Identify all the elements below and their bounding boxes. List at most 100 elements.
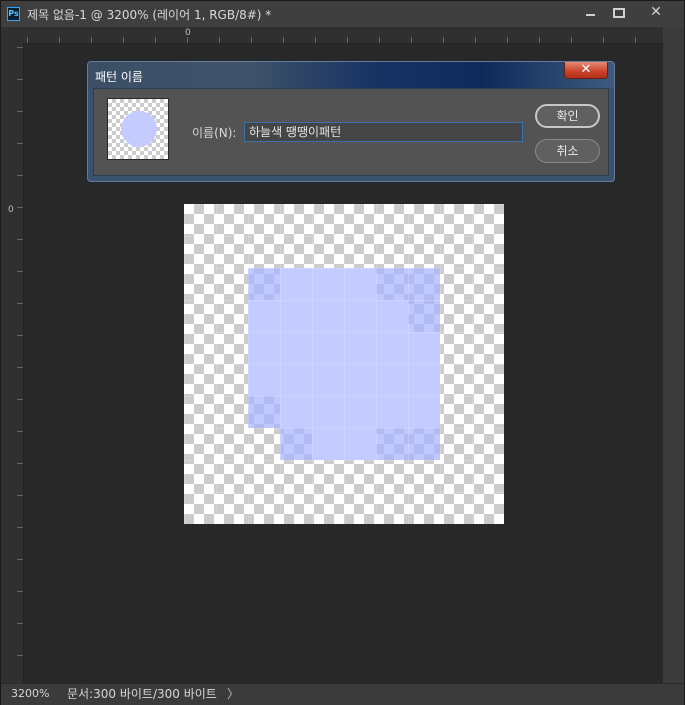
canvas-pixel <box>344 364 376 396</box>
pattern-name-dialog: 패턴 이름 ✕ 이름(N): 하늘색 땡땡이패턴 확인 취소 <box>87 61 615 182</box>
ruler-tick <box>17 143 23 144</box>
dialog-title-bar: 패턴 이름 ✕ <box>88 62 614 88</box>
ruler-tick <box>59 37 60 43</box>
canvas-pixel <box>248 364 280 396</box>
canvas-pixel <box>312 332 344 364</box>
ruler-tick <box>123 37 124 43</box>
ruler-tick <box>17 463 23 464</box>
horizontal-ruler-zero-label: 0 <box>185 28 191 38</box>
canvas-pixel <box>376 300 408 332</box>
canvas-pixel <box>312 300 344 332</box>
canvas-pixel <box>408 428 440 460</box>
ruler-tick <box>17 559 23 560</box>
ruler-tick <box>17 655 23 656</box>
ruler-tick <box>283 37 284 43</box>
ruler-tick <box>17 591 23 592</box>
name-label: 이름(N): <box>192 126 237 140</box>
pattern-preview <box>107 98 169 160</box>
ruler-tick <box>443 37 444 43</box>
ruler-tick <box>507 37 508 43</box>
canvas-pixel <box>280 300 312 332</box>
ruler-tick <box>17 207 23 208</box>
canvas-pixel <box>344 396 376 428</box>
ruler-tick <box>17 367 23 368</box>
photoshop-window: Ps 제목 없음-1 @ 3200% (레이어 1, RGB/8#) * ✕ 0… <box>0 0 685 705</box>
ruler-tick <box>347 37 348 43</box>
ruler-tick <box>17 111 23 112</box>
canvas-pixel <box>376 364 408 396</box>
ruler-tick <box>251 37 252 43</box>
canvas-pixel <box>248 332 280 364</box>
vertical-ruler[interactable] <box>1 43 24 683</box>
document-canvas[interactable] <box>184 204 504 524</box>
zoom-level-field[interactable]: 3200% <box>5 686 55 702</box>
dialog-body: 이름(N): 하늘색 땡땡이패턴 확인 취소 <box>93 88 609 176</box>
ruler-tick <box>27 37 28 43</box>
canvas-pixel <box>408 364 440 396</box>
ruler-tick <box>17 527 23 528</box>
vertical-scrollbar[interactable] <box>663 27 684 683</box>
ruler-tick <box>379 37 380 43</box>
canvas-pixel <box>344 332 376 364</box>
status-menu-arrow-icon[interactable]: 〉 <box>227 686 239 702</box>
canvas-pixel <box>280 332 312 364</box>
ruler-tick <box>17 335 23 336</box>
ruler-tick <box>603 37 604 43</box>
canvas-pixel <box>408 332 440 364</box>
ruler-tick <box>539 37 540 43</box>
dialog-close-button[interactable]: ✕ <box>564 62 608 79</box>
ruler-tick <box>571 37 572 43</box>
ruler-tick <box>475 37 476 43</box>
ruler-tick <box>219 37 220 43</box>
ruler-tick <box>17 431 23 432</box>
ruler-tick <box>91 37 92 43</box>
canvas-pixel <box>376 332 408 364</box>
ruler-tick <box>17 79 23 80</box>
ruler-tick <box>411 37 412 43</box>
maximize-button[interactable] <box>605 4 631 21</box>
pattern-name-input[interactable]: 하늘색 땡땡이패턴 <box>244 122 523 142</box>
canvas-pixel <box>408 268 440 300</box>
photoshop-app-icon: Ps <box>7 7 20 21</box>
ruler-tick <box>17 175 23 176</box>
document-title: 제목 없음-1 @ 3200% (레이어 1, RGB/8#) * <box>27 8 272 22</box>
ruler-corner[interactable] <box>1 27 23 43</box>
canvas-pixel <box>376 428 408 460</box>
canvas-pixel <box>280 268 312 300</box>
canvas-pixel <box>376 268 408 300</box>
ruler-tick <box>17 239 23 240</box>
ruler-tick <box>155 37 156 43</box>
document-size-info: 문서:300 바이트/300 바이트 <box>67 687 217 701</box>
horizontal-ruler[interactable] <box>23 27 663 44</box>
ruler-tick <box>315 37 316 43</box>
canvas-pixel <box>408 396 440 428</box>
canvas-pixel <box>376 396 408 428</box>
ruler-tick <box>17 47 23 48</box>
canvas-pixel <box>344 268 376 300</box>
vertical-ruler-zero-label: 0 <box>8 205 14 215</box>
minimize-button[interactable] <box>577 4 603 21</box>
ok-button[interactable]: 확인 <box>535 104 600 128</box>
title-bar: Ps 제목 없음-1 @ 3200% (레이어 1, RGB/8#) * ✕ <box>1 1 684 27</box>
cancel-button[interactable]: 취소 <box>535 139 600 163</box>
ruler-tick <box>17 271 23 272</box>
ruler-tick <box>17 399 23 400</box>
close-icon: ✕ <box>650 4 662 20</box>
canvas-pixel <box>248 396 280 428</box>
window-close-button[interactable]: ✕ <box>634 4 678 21</box>
dialog-title: 패턴 이름 <box>95 70 143 84</box>
canvas-pixel <box>248 300 280 332</box>
ruler-tick <box>17 623 23 624</box>
canvas-pixel <box>312 268 344 300</box>
canvas-pixel <box>280 396 312 428</box>
canvas-pixel <box>248 268 280 300</box>
canvas-pixel <box>344 428 376 460</box>
minimize-icon <box>586 14 595 16</box>
ruler-tick <box>17 303 23 304</box>
canvas-pixel <box>280 428 312 460</box>
canvas-pixel <box>312 396 344 428</box>
maximize-icon <box>613 8 625 18</box>
ruler-tick <box>635 37 636 43</box>
status-bar: 3200% 문서:300 바이트/300 바이트 〉 <box>1 683 684 705</box>
canvas-pixel <box>408 300 440 332</box>
